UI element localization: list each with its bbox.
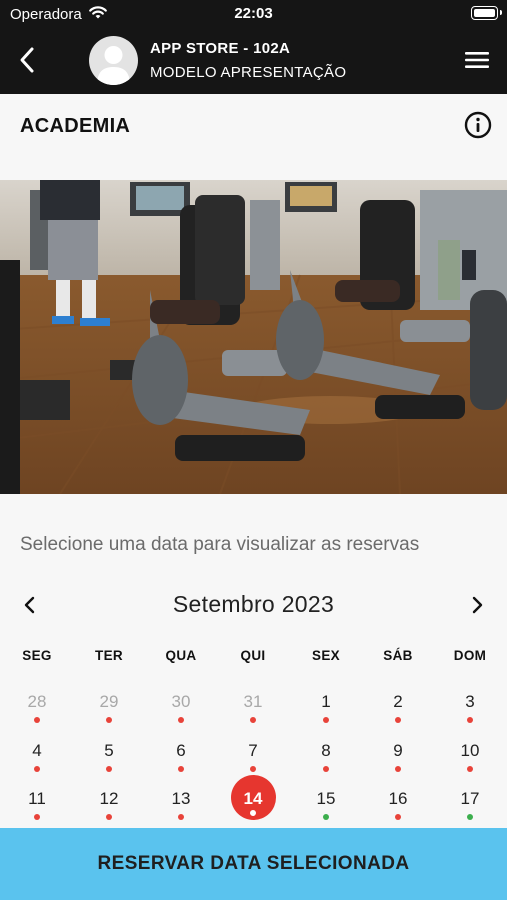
- calendar-day[interactable]: 29: [84, 690, 134, 736]
- day-number: 7: [248, 741, 258, 760]
- availability-dot-green: [323, 814, 329, 820]
- day-number: 17: [460, 789, 480, 808]
- month-navigation: Setembro 2023: [0, 588, 507, 622]
- month-label: Setembro 2023: [172, 591, 335, 617]
- day-number: 10: [460, 741, 480, 760]
- section-header: ACADEMIA: [0, 94, 507, 180]
- day-number: 30: [171, 692, 191, 711]
- calendar-day[interactable]: 28: [12, 690, 62, 736]
- day-number: 12: [99, 789, 119, 808]
- back-button[interactable]: [14, 44, 42, 76]
- day-number: 9: [393, 741, 403, 760]
- unit-subtitle: MODELO APRESENTAÇÃO: [150, 64, 347, 81]
- screen: Operadora 22:03 APP STORE - 102A MODELO …: [0, 0, 507, 900]
- calendar-day[interactable]: 13: [156, 787, 206, 833]
- availability-dot-red: [250, 810, 256, 816]
- day-number: 8: [321, 741, 331, 760]
- day-number: 13: [171, 789, 191, 808]
- availability-dot-red: [106, 717, 112, 723]
- reserve-button-label: RESERVAR DATA SELECIONADA: [97, 853, 410, 874]
- calendar-day[interactable]: 11: [12, 787, 62, 833]
- calendar-day[interactable]: 12: [84, 787, 134, 833]
- clock-time: 22:03: [234, 5, 273, 22]
- unit-title: APP STORE - 102A: [150, 40, 291, 57]
- availability-dot-red: [250, 766, 256, 772]
- day-number: 6: [176, 741, 186, 760]
- reserve-date-button[interactable]: RESERVAR DATA SELECIONADA: [0, 828, 507, 900]
- availability-dot-red: [250, 717, 256, 723]
- availability-dot-red: [323, 717, 329, 723]
- calendar-day[interactable]: 17: [445, 787, 495, 833]
- day-number: 1: [321, 692, 331, 711]
- app-header: APP STORE - 102A MODELO APRESENTAÇÃO: [0, 26, 507, 94]
- menu-button[interactable]: [465, 50, 489, 70]
- back-chevron-icon: [20, 47, 34, 73]
- info-icon: [464, 111, 492, 139]
- availability-dot-red: [395, 814, 401, 820]
- availability-dot-red: [395, 717, 401, 723]
- day-number: 2: [393, 692, 403, 711]
- availability-dot-red: [178, 717, 184, 723]
- calendar-day[interactable]: 9: [373, 739, 423, 785]
- availability-dot-red: [106, 766, 112, 772]
- calendar-day[interactable]: 1: [301, 690, 351, 736]
- calendar-day[interactable]: 4: [12, 739, 62, 785]
- next-month-button[interactable]: [467, 593, 487, 617]
- weekday-label: QUA: [165, 648, 197, 663]
- weekday-label: SEG: [22, 648, 52, 663]
- weekday-label: SEX: [312, 648, 340, 663]
- availability-dot-red: [395, 766, 401, 772]
- day-number: 3: [465, 692, 475, 711]
- availability-dot-red: [34, 717, 40, 723]
- chevron-right-icon: [472, 596, 483, 614]
- availability-dot-red: [178, 814, 184, 820]
- availability-dot-green: [467, 814, 473, 820]
- status-bar: Operadora 22:03: [0, 0, 507, 26]
- avatar[interactable]: [89, 36, 138, 85]
- availability-dot-red: [467, 766, 473, 772]
- day-number: 16: [388, 789, 408, 808]
- calendar-day[interactable]: 16: [373, 787, 423, 833]
- day-number: 5: [104, 741, 114, 760]
- weekday-label: DOM: [453, 648, 487, 663]
- calendar-day[interactable]: 31: [228, 690, 278, 736]
- page-title: ACADEMIA: [20, 115, 131, 137]
- calendar-day[interactable]: 8: [301, 739, 351, 785]
- availability-dot-red: [467, 717, 473, 723]
- weekday-label: SÁB: [383, 648, 413, 663]
- day-number: 15: [316, 789, 336, 808]
- day-number: 31: [243, 692, 263, 711]
- calendar-day[interactable]: 5: [84, 739, 134, 785]
- facility-photo: [0, 180, 507, 494]
- weekday-label: QUI: [240, 648, 266, 663]
- availability-dot-red: [178, 766, 184, 772]
- calendar-day[interactable]: 15: [301, 787, 351, 833]
- availability-dot-red: [106, 814, 112, 820]
- battery-icon: [471, 6, 502, 20]
- info-button[interactable]: [464, 111, 492, 139]
- hamburger-menu-icon: [465, 52, 489, 68]
- calendar-day-selected[interactable]: 14: [228, 775, 278, 833]
- day-number: 29: [99, 692, 119, 711]
- day-number: 28: [27, 692, 47, 711]
- availability-dot-red: [323, 766, 329, 772]
- calendar-day[interactable]: 2: [373, 690, 423, 736]
- day-number: 4: [32, 741, 42, 760]
- calendar-day[interactable]: 30: [156, 690, 206, 736]
- availability-dot-red: [34, 814, 40, 820]
- instruction-text: Selecione uma data para visualizar as re…: [20, 534, 420, 555]
- day-number: 14: [243, 789, 263, 808]
- weekday-header: SEG TER QUA QUI SEX SÁB DOM: [0, 648, 507, 668]
- calendar-day[interactable]: 6: [156, 739, 206, 785]
- availability-dot-red: [34, 766, 40, 772]
- calendar-day[interactable]: 3: [445, 690, 495, 736]
- weekday-label: TER: [95, 648, 123, 663]
- day-number: 11: [28, 789, 46, 808]
- calendar-day[interactable]: 10: [445, 739, 495, 785]
- avatar-person-icon: [97, 46, 130, 85]
